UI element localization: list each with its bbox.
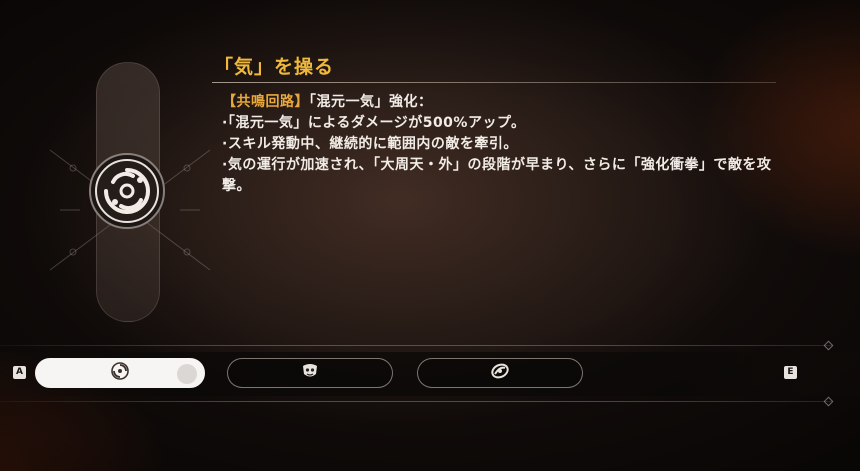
mask-icon <box>300 362 320 384</box>
bar-diamond-bottom <box>823 396 834 407</box>
swirl-icon <box>490 362 510 384</box>
bar-diamond-top <box>823 340 834 351</box>
skill-tab-2[interactable] <box>227 358 393 388</box>
skill-tab-3[interactable] <box>417 358 583 388</box>
skill-subtitle-line: 【共鳴回路】「混元一気」強化： <box>222 92 782 113</box>
effect-line-3: ·気の運行が加速され、「大周天・外」の段階が早まり、さらに「強化衝拳」で敵を攻撃… <box>222 157 772 194</box>
bar-bottom-line <box>0 401 832 402</box>
title-divider <box>212 82 776 83</box>
bar-top-line <box>0 345 832 346</box>
spiral-icon <box>111 362 129 384</box>
effect-line-2: ·スキル発動中、継続的に範囲内の敵を牽引。 <box>222 136 518 152</box>
spiral-circuit-emblem-icon <box>88 152 166 230</box>
prev-key-hint[interactable]: A <box>13 366 26 379</box>
skill-title: 「気」を操る <box>214 56 335 78</box>
effect-line-1: ·「混元一気」によるダメージが500%アップ。 <box>222 115 526 131</box>
next-key-hint[interactable]: E <box>784 366 797 379</box>
skill-description: 【共鳴回路】「混元一気」強化： ·「混元一気」によるダメージが500%アップ。 … <box>222 92 782 197</box>
skill-tab-1[interactable] <box>35 358 205 388</box>
skill-subtitle: 「混元一気」強化： <box>309 94 433 110</box>
tab-knob <box>177 364 197 384</box>
resonance-tag: 【共鳴回路】 <box>222 94 309 110</box>
